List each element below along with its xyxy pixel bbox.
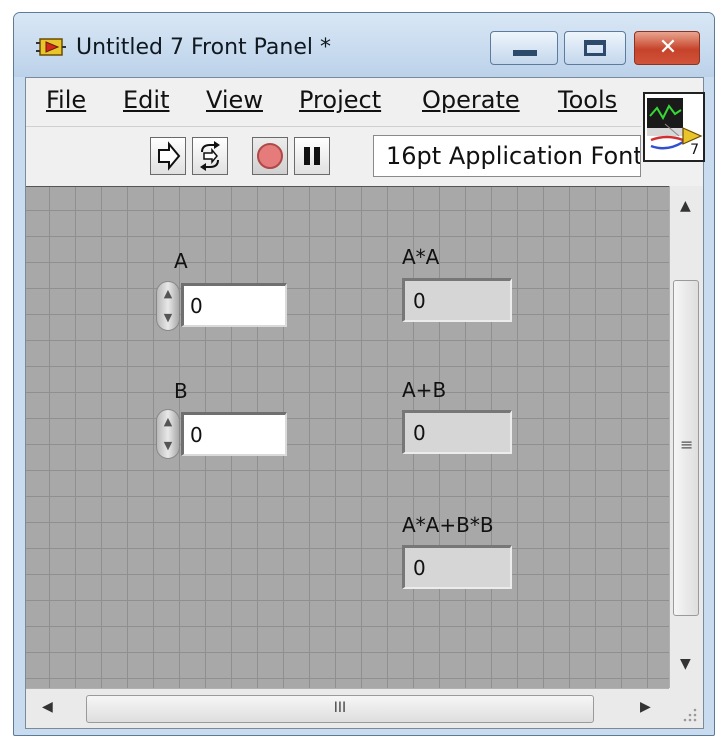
front-panel-canvas[interactable]: A ▲ ▼ 0 B ▲ ▼ 0 A*A 0 A+B 0 A*A+B*B 0	[26, 186, 669, 689]
abort-execution-icon	[257, 143, 283, 169]
vi-connector-icon[interactable]: 7	[643, 92, 705, 162]
maximize-button[interactable]	[564, 31, 626, 65]
minimize-button[interactable]	[490, 31, 558, 65]
abort-execution-button[interactable]	[252, 137, 288, 175]
menu-bar: File Edit View Project Operate Tools	[26, 78, 641, 126]
menu-tools-label: Tools	[558, 86, 618, 114]
pause-button[interactable]	[294, 137, 330, 175]
increment-icon[interactable]: ▲	[157, 282, 179, 306]
vertical-scrollbar[interactable]: ▲ ≡ ▼	[669, 186, 703, 688]
menu-project-label: Project	[299, 86, 382, 114]
title-bar[interactable]: Untitled 7 Front Panel * ✕	[14, 13, 714, 77]
window-client-area: File Edit View Project Operate Tools 16p…	[25, 77, 705, 729]
labview-vi-icon	[36, 38, 66, 56]
indicator-a-plus-b-label: A+B	[402, 378, 447, 402]
menu-project[interactable]: Project	[299, 86, 381, 114]
menu-file[interactable]: File	[46, 86, 86, 114]
control-b-input[interactable]: 0	[181, 412, 287, 456]
menu-edit-label: Edit	[123, 86, 170, 114]
close-button[interactable]: ✕	[634, 31, 700, 65]
font-selector[interactable]: 16pt Application Font	[373, 135, 641, 177]
run-continuously-button[interactable]	[192, 137, 228, 175]
control-b-label: B	[174, 379, 188, 403]
decrement-icon[interactable]: ▼	[157, 306, 179, 330]
vertical-scroll-thumb[interactable]: ≡	[673, 280, 699, 616]
indicator-a-plus-b: 0	[402, 410, 512, 454]
front-panel-window: Untitled 7 Front Panel * ✕ File Edit Vie…	[13, 12, 715, 736]
scroll-down-icon[interactable]: ▼	[680, 656, 691, 672]
vi-icon-number: 7	[690, 142, 699, 158]
window-title: Untitled 7 Front Panel *	[76, 35, 331, 60]
menu-file-label: File	[46, 86, 87, 114]
indicator-a-squared: 0	[402, 278, 512, 322]
control-a-input[interactable]: 0	[181, 283, 287, 327]
scroll-right-icon[interactable]: ▶	[640, 699, 651, 715]
minimize-icon	[513, 50, 537, 56]
thumb-grip-icon: ≡	[680, 435, 694, 454]
increment-icon[interactable]: ▲	[157, 410, 179, 434]
indicator-sum-of-squares: 0	[402, 545, 512, 589]
menu-tools[interactable]: Tools	[558, 86, 617, 114]
run-button[interactable]	[150, 137, 186, 175]
control-b-stepper[interactable]: ▲ ▼	[156, 409, 180, 459]
menu-operate-label: Operate	[422, 86, 520, 114]
scroll-up-icon[interactable]: ▲	[680, 198, 691, 214]
menu-view-label: View	[206, 86, 263, 114]
horizontal-scroll-thumb[interactable]: III	[86, 695, 594, 723]
menu-view[interactable]: View	[206, 86, 263, 114]
pause-icon	[304, 147, 320, 165]
close-icon: ✕	[658, 35, 678, 60]
control-a-stepper[interactable]: ▲ ▼	[156, 281, 180, 331]
decrement-icon[interactable]: ▼	[157, 434, 179, 458]
run-arrow-icon	[158, 141, 181, 171]
horizontal-scrollbar[interactable]: ◀ III ▶	[26, 688, 669, 728]
resize-grip-icon[interactable]	[669, 688, 703, 728]
size-grip-dots	[683, 708, 697, 722]
menu-edit[interactable]: Edit	[123, 86, 169, 114]
menu-operate[interactable]: Operate	[422, 86, 520, 114]
indicator-sum-of-squares-label: A*A+B*B	[402, 513, 494, 537]
control-a-label: A	[174, 249, 188, 273]
scroll-left-icon[interactable]: ◀	[42, 699, 53, 715]
maximize-icon	[584, 40, 606, 56]
indicator-a-squared-label: A*A	[402, 245, 440, 269]
run-continuously-icon	[200, 141, 220, 171]
toolbar: 16pt Application Font	[26, 126, 641, 185]
